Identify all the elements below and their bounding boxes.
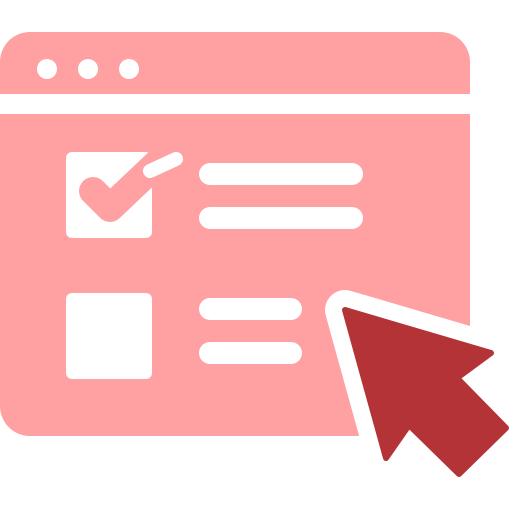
window-dot-3 [119,59,139,79]
checklist-window-icon [0,32,512,494]
item-1-text-line-2 [199,207,363,229]
item-1-text-line-1 [199,163,363,185]
checkbox-empty [66,293,152,379]
checklist-survey-illustration [0,0,512,512]
window-dot-1 [37,59,57,79]
item-2-text-line-1 [199,298,302,320]
item-2-text-line-2 [199,342,302,364]
window-dot-2 [78,59,98,79]
titlebar-divider [0,94,470,114]
